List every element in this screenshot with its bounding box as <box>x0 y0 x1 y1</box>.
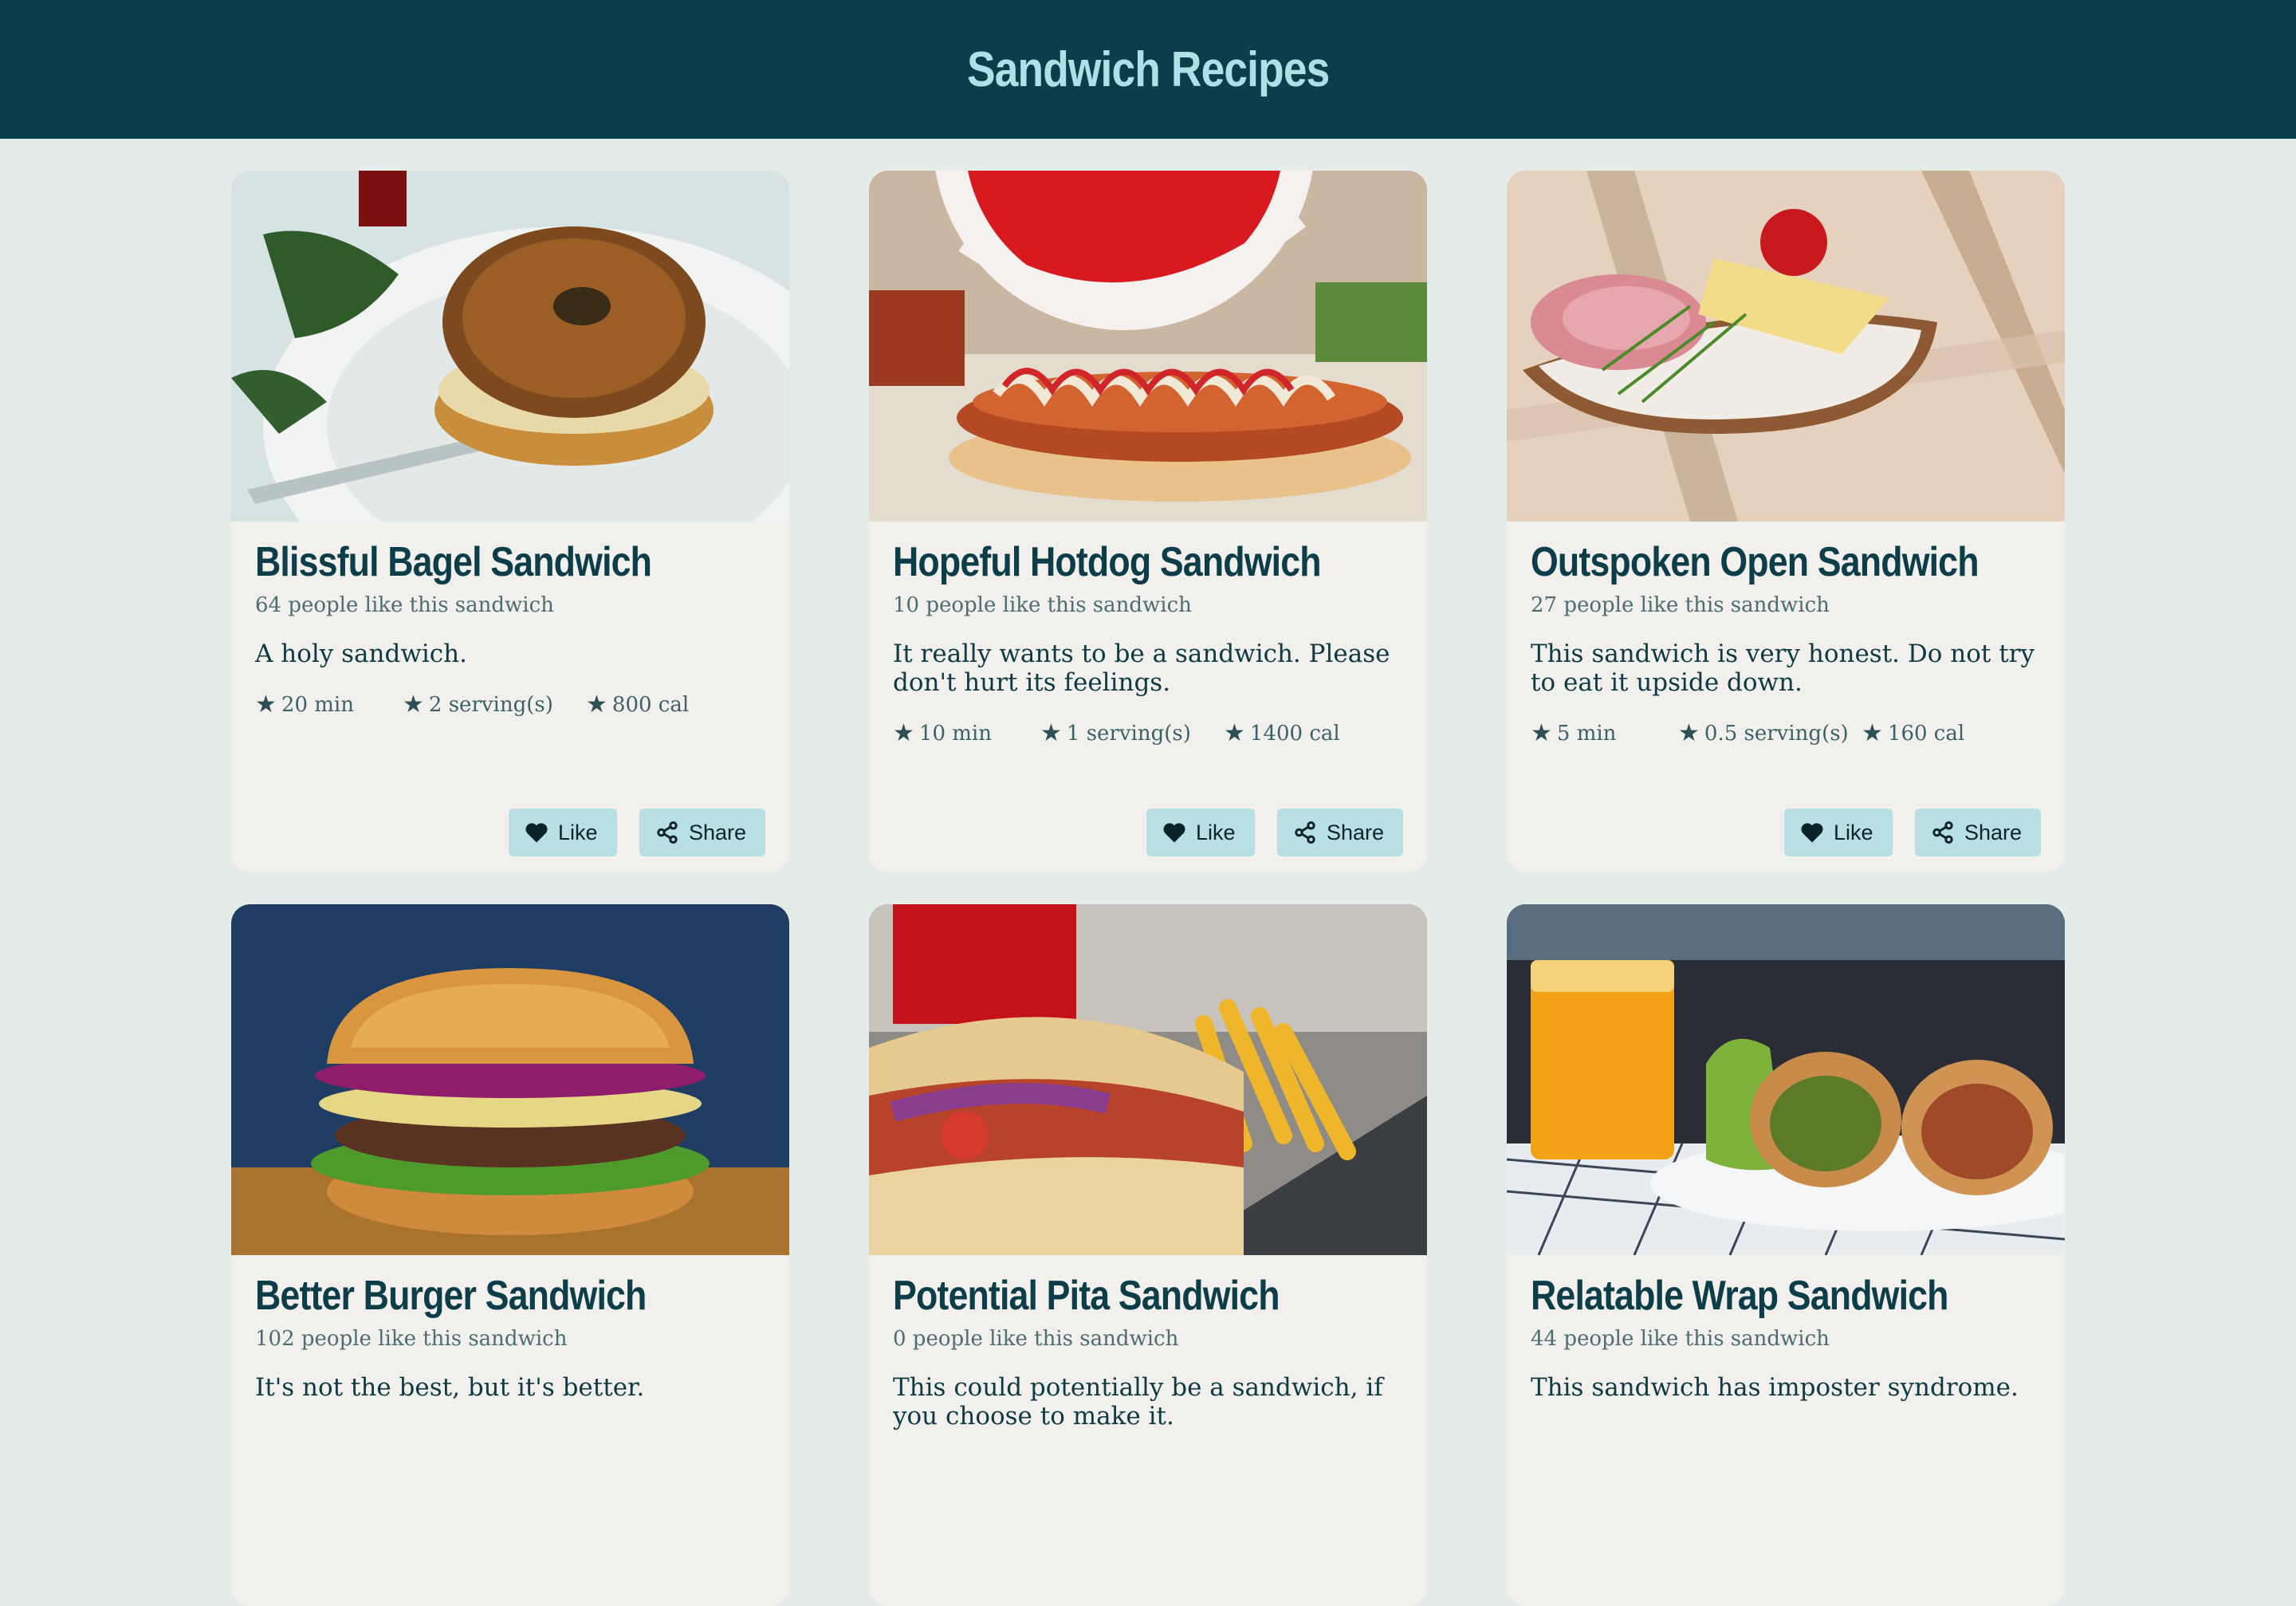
calories-value: 160 cal <box>1887 721 1965 746</box>
star-icon: ★ <box>1040 719 1062 747</box>
recipe-card: Potential Pita Sandwich 0 people like th… <box>869 904 1427 1606</box>
share-label: Share <box>1327 820 1385 844</box>
recipe-meta: ★ 20 min ★ 2 serving(s) ★ 800 cal <box>255 691 765 718</box>
card-actions: Like Share <box>509 809 765 856</box>
like-label: Like <box>1834 820 1873 844</box>
card-description: This could potentially be a sandwich, if… <box>893 1373 1383 1431</box>
card-description: This sandwich has imposter syndrome. <box>1531 1373 2019 1402</box>
share-button[interactable]: Share <box>1277 809 1403 856</box>
calories-value: 1400 cal <box>1249 721 1340 746</box>
card-actions: Like Share <box>1146 809 1403 856</box>
servings: ★ 1 serving(s) <box>1040 719 1224 747</box>
like-count: 64 people like this sandwich <box>255 593 554 617</box>
card-title: Outspoken Open Sandwich <box>1531 539 1980 585</box>
card-title: Hopeful Hotdog Sandwich <box>893 539 1322 585</box>
servings-value: 1 serving(s) <box>1066 721 1191 746</box>
like-button[interactable]: Like <box>1146 809 1255 856</box>
like-button[interactable]: Like <box>1784 809 1893 856</box>
card-title: Potential Pita Sandwich <box>893 1273 1280 1319</box>
prep-time-value: 5 min <box>1556 721 1617 746</box>
servings-value: 2 serving(s) <box>428 692 553 717</box>
like-count: 44 people like this sandwich <box>1531 1327 1830 1351</box>
heart-icon <box>1801 823 1823 843</box>
prep-time: ★ 5 min <box>1531 719 1678 747</box>
heart-icon <box>1163 823 1185 843</box>
like-count: 10 people like this sandwich <box>893 593 1192 617</box>
page-title: Sandwich Recipes <box>966 41 1330 97</box>
calories-value: 800 cal <box>611 692 690 717</box>
share-label: Share <box>689 820 747 844</box>
card-description: It really wants to be a sandwich. Please… <box>893 640 1390 697</box>
recipe-card: Relatable Wrap Sandwich 44 people like t… <box>1507 904 2065 1606</box>
recipe-photo-bagel <box>231 171 789 522</box>
heart-icon <box>525 823 548 843</box>
like-count: 0 people like this sandwich <box>893 1327 1179 1351</box>
servings-value: 0.5 serving(s) <box>1704 721 1849 746</box>
like-count: 102 people like this sandwich <box>255 1327 568 1351</box>
share-icon <box>1295 821 1315 844</box>
recipe-meta: ★ 5 min ★ 0.5 serving(s) ★ 160 cal <box>1531 719 2041 747</box>
card-title: Relatable Wrap Sandwich <box>1531 1273 1948 1319</box>
recipe-grid: Blissful Bagel Sandwich 64 people like t… <box>231 171 2065 1606</box>
recipe-photo-hotdog <box>869 171 1427 522</box>
card-description: This sandwich is very honest. Do not try… <box>1531 640 2035 697</box>
card-title: Better Burger Sandwich <box>255 1273 647 1319</box>
star-icon: ★ <box>893 719 914 747</box>
like-label: Like <box>558 820 598 844</box>
page-header: Sandwich Recipes <box>0 0 2296 139</box>
calories: ★ 1400 cal <box>1224 719 1340 747</box>
recipe-card: Hopeful Hotdog Sandwich 10 people like t… <box>869 171 1427 872</box>
card-description: It's not the best, but it's better. <box>255 1373 645 1402</box>
star-icon: ★ <box>1862 719 1883 747</box>
star-icon: ★ <box>403 691 424 718</box>
share-icon <box>1932 821 1953 844</box>
star-icon: ★ <box>1678 719 1700 747</box>
star-icon: ★ <box>586 691 607 718</box>
prep-time: ★ 10 min <box>893 719 1040 747</box>
card-description: A holy sandwich. <box>255 640 467 668</box>
share-icon <box>657 821 678 844</box>
star-icon: ★ <box>1224 719 1245 747</box>
recipe-photo-wrap <box>1507 904 2065 1255</box>
like-count: 27 people like this sandwich <box>1531 593 1830 617</box>
calories: ★ 800 cal <box>586 691 689 718</box>
recipe-card: Blissful Bagel Sandwich 64 people like t… <box>231 171 789 872</box>
star-icon: ★ <box>255 691 277 718</box>
recipe-card: Outspoken Open Sandwich 27 people like t… <box>1507 171 2065 872</box>
share-button[interactable]: Share <box>1915 809 2041 856</box>
recipe-card: Better Burger Sandwich 102 people like t… <box>231 904 789 1606</box>
like-label: Like <box>1196 820 1236 844</box>
calories: ★ 160 cal <box>1862 719 1964 747</box>
like-button[interactable]: Like <box>509 809 617 856</box>
prep-time-value: 10 min <box>918 721 992 746</box>
recipe-photo-pita <box>869 904 1427 1255</box>
recipe-meta: ★ 10 min ★ 1 serving(s) ★ 1400 cal <box>893 719 1403 747</box>
recipe-photo-burger <box>231 904 789 1255</box>
card-actions: Like Share <box>1784 809 2041 856</box>
prep-time-value: 20 min <box>281 692 354 717</box>
star-icon: ★ <box>1531 719 1552 747</box>
card-title: Blissful Bagel Sandwich <box>255 539 652 585</box>
servings: ★ 0.5 serving(s) <box>1678 719 1862 747</box>
servings: ★ 2 serving(s) <box>403 691 586 718</box>
share-button[interactable]: Share <box>639 809 765 856</box>
prep-time: ★ 20 min <box>255 691 403 718</box>
recipe-photo-open-sandwich <box>1507 171 2065 522</box>
share-label: Share <box>1964 820 2023 844</box>
